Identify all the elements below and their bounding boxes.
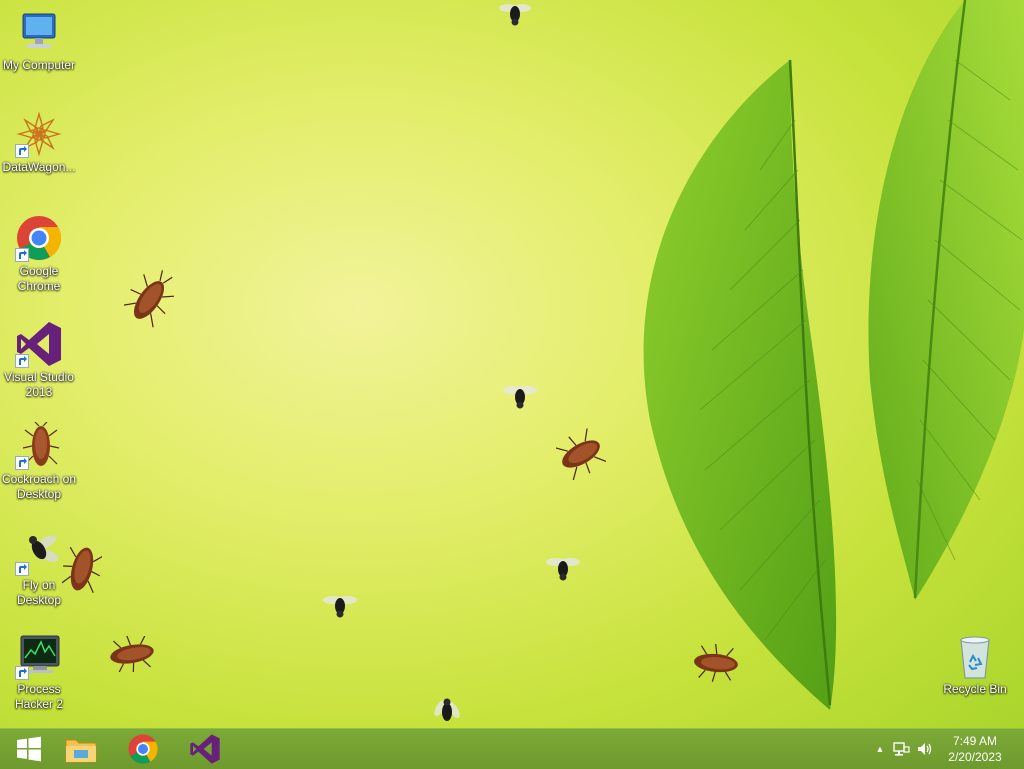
wallpaper <box>643 0 1024 710</box>
fly-bug <box>323 596 357 618</box>
shortcut-arrow-icon <box>15 354 29 368</box>
file-explorer-button[interactable] <box>52 729 110 769</box>
system-tray: ▲ <box>872 729 934 769</box>
cockroach-bug <box>62 546 102 593</box>
my-computer-icon <box>15 8 63 56</box>
my-computer-shortcut[interactable]: My Computer <box>0 8 78 73</box>
visual-studio-taskbar-button[interactable] <box>176 729 234 769</box>
windows-logo-icon <box>17 736 41 762</box>
cockroach-on-desktop-label: Cockroach on Desktop <box>1 472 77 501</box>
taskbar: ▲ 7:49 AM 2/20/2023 <box>0 728 1024 769</box>
my-computer-label: My Computer <box>2 58 76 72</box>
fly-icon <box>15 528 63 576</box>
cockroach-icon <box>15 421 63 470</box>
desktop[interactable]: My Computer DataWagon... Google Chrome V… <box>0 0 1024 728</box>
fly-bug <box>503 386 537 409</box>
chrome-taskbar-button[interactable] <box>114 729 172 769</box>
recycle-bin-icon <box>951 632 999 680</box>
visual-studio-shortcut[interactable]: Visual Studio 2013 <box>0 320 78 400</box>
volume-icon[interactable] <box>916 741 934 757</box>
process-hacker-icon <box>15 632 63 680</box>
visual-studio-icon <box>15 320 63 368</box>
recycle-bin-label: Recycle Bin <box>943 682 1007 696</box>
google-chrome-label: Google Chrome <box>17 264 61 293</box>
recycle-bin-shortcut[interactable]: Recycle Bin <box>936 632 1014 697</box>
datawagon-label: DataWagon... <box>2 160 76 174</box>
cockroach-bug <box>694 644 738 682</box>
datawagon-shortcut[interactable]: DataWagon... <box>0 110 78 175</box>
network-icon[interactable] <box>892 741 910 757</box>
chrome-icon <box>15 214 63 262</box>
process-hacker-label: Process Hacker 2 <box>14 682 64 711</box>
cockroach-bug <box>556 428 606 480</box>
chrome-icon <box>128 734 158 764</box>
datawagon-icon <box>15 110 63 158</box>
clock-date: 2/20/2023 <box>948 750 1002 764</box>
cockroach-bug <box>110 636 154 672</box>
folder-icon <box>65 739 97 763</box>
show-hidden-icons-button[interactable]: ▲ <box>872 744 888 754</box>
cockroach-bug <box>124 270 174 328</box>
visual-studio-label: Visual Studio 2013 <box>4 370 74 399</box>
clock[interactable]: 7:49 AM 2/20/2023 <box>940 733 1010 765</box>
clock-time: 7:49 AM <box>952 734 998 748</box>
shortcut-arrow-icon <box>15 144 29 158</box>
visual-studio-icon <box>190 734 220 764</box>
shortcut-arrow-icon <box>15 562 29 576</box>
process-hacker-shortcut[interactable]: Process Hacker 2 <box>0 632 78 712</box>
shortcut-arrow-icon <box>15 248 29 262</box>
fly-bug <box>434 698 460 721</box>
google-chrome-shortcut[interactable]: Google Chrome <box>0 214 78 294</box>
start-button[interactable] <box>0 729 58 769</box>
cockroach-on-desktop-shortcut[interactable]: Cockroach on Desktop <box>0 421 78 502</box>
shortcut-arrow-icon <box>15 666 29 680</box>
fly-bug <box>546 558 580 581</box>
shortcut-arrow-icon <box>15 456 29 470</box>
fly-bug <box>499 4 531 26</box>
